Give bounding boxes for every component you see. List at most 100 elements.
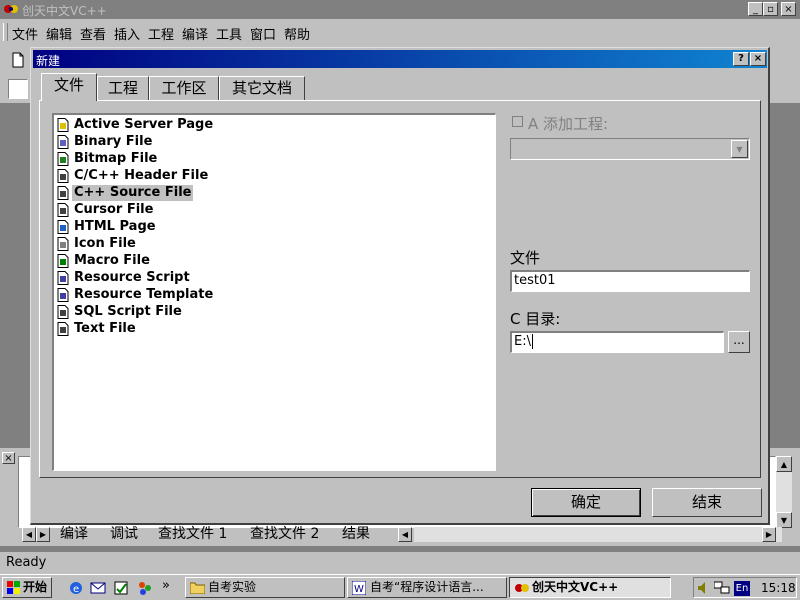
- file-type-label: Active Server Page: [74, 117, 214, 132]
- file-type-label: HTML Page: [74, 219, 156, 234]
- svg-text:e: e: [73, 584, 79, 595]
- browse-button[interactable]: ...: [728, 331, 750, 353]
- output-tab-find2[interactable]: 查找文件 2: [250, 526, 319, 543]
- channels-icon[interactable]: [137, 580, 153, 596]
- start-button[interactable]: 开始: [2, 577, 52, 598]
- file-type-list[interactable]: Active Server Page Binary File Bitmap File…: [52, 113, 496, 471]
- task-vc-label: 创天中文VC++: [532, 580, 619, 594]
- menu-grip[interactable]: [3, 23, 8, 41]
- input-language-icon[interactable]: En: [734, 581, 750, 596]
- file-type-label: C++ Source File: [72, 185, 194, 201]
- task-vc[interactable]: 创天中文VC++: [509, 577, 671, 598]
- file-type-icon: [57, 152, 69, 166]
- tab-scroll-right-icon[interactable]: ▶: [36, 527, 50, 542]
- dialog-close-button[interactable]: ×: [750, 52, 766, 66]
- file-type-label: Bitmap File: [74, 151, 158, 166]
- file-type-icon: [57, 203, 69, 217]
- output-close-icon[interactable]: ×: [2, 452, 15, 464]
- menu-help[interactable]: 帮助: [284, 24, 310, 43]
- output-vscrollbar[interactable]: ▲ ▼: [776, 456, 792, 528]
- project-select[interactable]: ▼: [510, 138, 750, 160]
- hscroll-left-icon[interactable]: ◀: [398, 527, 412, 542]
- taskbar: 开始 e » 自考实验 W 自考“程序设计语言... 创天中文VC++ En 1…: [0, 574, 800, 600]
- new-dialog: 新建 ? × 文件 工程 工作区 其它文档 Active Server Page…: [30, 47, 770, 525]
- vc-app-icon: [4, 5, 18, 13]
- file-type-label: Macro File: [74, 253, 150, 268]
- task-word[interactable]: W 自考“程序设计语言...: [347, 577, 507, 598]
- menu-project[interactable]: 工程: [148, 24, 174, 43]
- file-type-label: Resource Template: [74, 287, 214, 302]
- output-tab-strip: ◀ ▶ 编译 调试 查找文件 1 查找文件 2 结果 ◀ ▶: [22, 526, 792, 544]
- word-icon: W: [352, 581, 366, 595]
- hscroll-right-icon[interactable]: ▶: [762, 527, 776, 542]
- file-type-label: C/C++ Header File: [74, 168, 209, 183]
- tab-projects[interactable]: 工程: [97, 76, 149, 100]
- ie-icon[interactable]: e: [68, 580, 84, 596]
- menu-edit[interactable]: 编辑: [46, 24, 72, 43]
- file-type-icon: [57, 237, 69, 251]
- show-desktop-icon[interactable]: [113, 580, 129, 596]
- status-text: Ready: [6, 555, 47, 570]
- file-type-icon: [57, 305, 69, 319]
- text-cursor: [531, 334, 538, 349]
- task-folder-label: 自考实验: [208, 580, 257, 594]
- file-type-icon: [57, 254, 69, 268]
- folder-icon: [190, 582, 205, 594]
- menu-view[interactable]: 查看: [80, 24, 106, 43]
- ok-button[interactable]: 确定: [531, 488, 641, 517]
- tab-workspaces[interactable]: 工作区: [149, 76, 219, 100]
- windows-logo-icon: [7, 581, 20, 594]
- quick-launch-more[interactable]: »: [162, 578, 170, 593]
- status-bar: Ready: [0, 552, 800, 574]
- menu-file[interactable]: 文件: [12, 24, 38, 43]
- menu-window[interactable]: 窗口: [250, 24, 276, 43]
- main-window-title: 创天中文VC++: [22, 4, 107, 18]
- menu-tools[interactable]: 工具: [216, 24, 242, 43]
- output-hscrollbar[interactable]: [414, 527, 782, 542]
- file-type-icon: [57, 118, 69, 132]
- file-name-input[interactable]: test01: [510, 270, 750, 292]
- tab-other-documents[interactable]: 其它文档: [219, 76, 305, 100]
- file-name-label: 文件: [510, 249, 541, 267]
- close-button[interactable]: ×: [781, 2, 796, 16]
- restore-button[interactable]: ▫: [763, 2, 778, 16]
- files-tab-panel: Active Server Page Binary File Bitmap File…: [39, 100, 761, 478]
- file-type-icon: [57, 271, 69, 285]
- file-type-icon: [57, 288, 69, 302]
- new-file-icon[interactable]: [10, 52, 26, 68]
- menu-insert[interactable]: 插入: [114, 24, 140, 43]
- file-type-icon: [57, 186, 69, 200]
- start-label: 开始: [23, 580, 48, 594]
- location-input[interactable]: E:\: [510, 331, 724, 353]
- add-to-project-label: A 添加工程:: [528, 115, 609, 133]
- network-icon[interactable]: [714, 581, 730, 595]
- menu-bar: 文件 编辑 查看 插入 工程 编译 工具 窗口 帮助: [0, 19, 800, 45]
- dialog-title-bar: 新建 ? ×: [33, 50, 767, 68]
- volume-icon[interactable]: [697, 581, 711, 595]
- svg-text:W: W: [354, 584, 364, 595]
- output-tab-find1[interactable]: 查找文件 1: [158, 526, 227, 543]
- system-tray: En 15:18: [693, 577, 797, 598]
- toolbar-combo[interactable]: [8, 79, 28, 99]
- dialog-title: 新建: [36, 54, 61, 68]
- output-tab-debug[interactable]: 调试: [110, 526, 138, 543]
- file-type-label: Text File: [74, 321, 136, 336]
- main-title-bar: 创天中文VC++ _ ▫ ×: [0, 0, 800, 19]
- add-to-project-checkbox[interactable]: [512, 116, 523, 127]
- task-folder[interactable]: 自考实验: [185, 577, 345, 598]
- minimize-button[interactable]: _: [748, 2, 763, 16]
- clock: 15:18: [761, 581, 796, 595]
- outlook-icon[interactable]: [90, 580, 106, 596]
- menu-build[interactable]: 编译: [182, 24, 208, 43]
- dialog-help-button[interactable]: ?: [733, 52, 749, 66]
- tab-scroll-left-icon[interactable]: ◀: [22, 527, 36, 542]
- task-word-label: 自考“程序设计语言...: [370, 580, 484, 594]
- file-type-icon: [57, 322, 69, 336]
- output-tab-results[interactable]: 结果: [342, 526, 370, 543]
- file-type-label: Resource Script: [74, 270, 190, 285]
- chevron-down-icon[interactable]: ▼: [731, 140, 748, 158]
- output-tab-build[interactable]: 编译: [60, 526, 88, 543]
- scroll-up-icon[interactable]: ▲: [776, 456, 792, 472]
- tab-files[interactable]: 文件: [41, 73, 97, 101]
- cancel-button[interactable]: 结束: [652, 488, 762, 517]
